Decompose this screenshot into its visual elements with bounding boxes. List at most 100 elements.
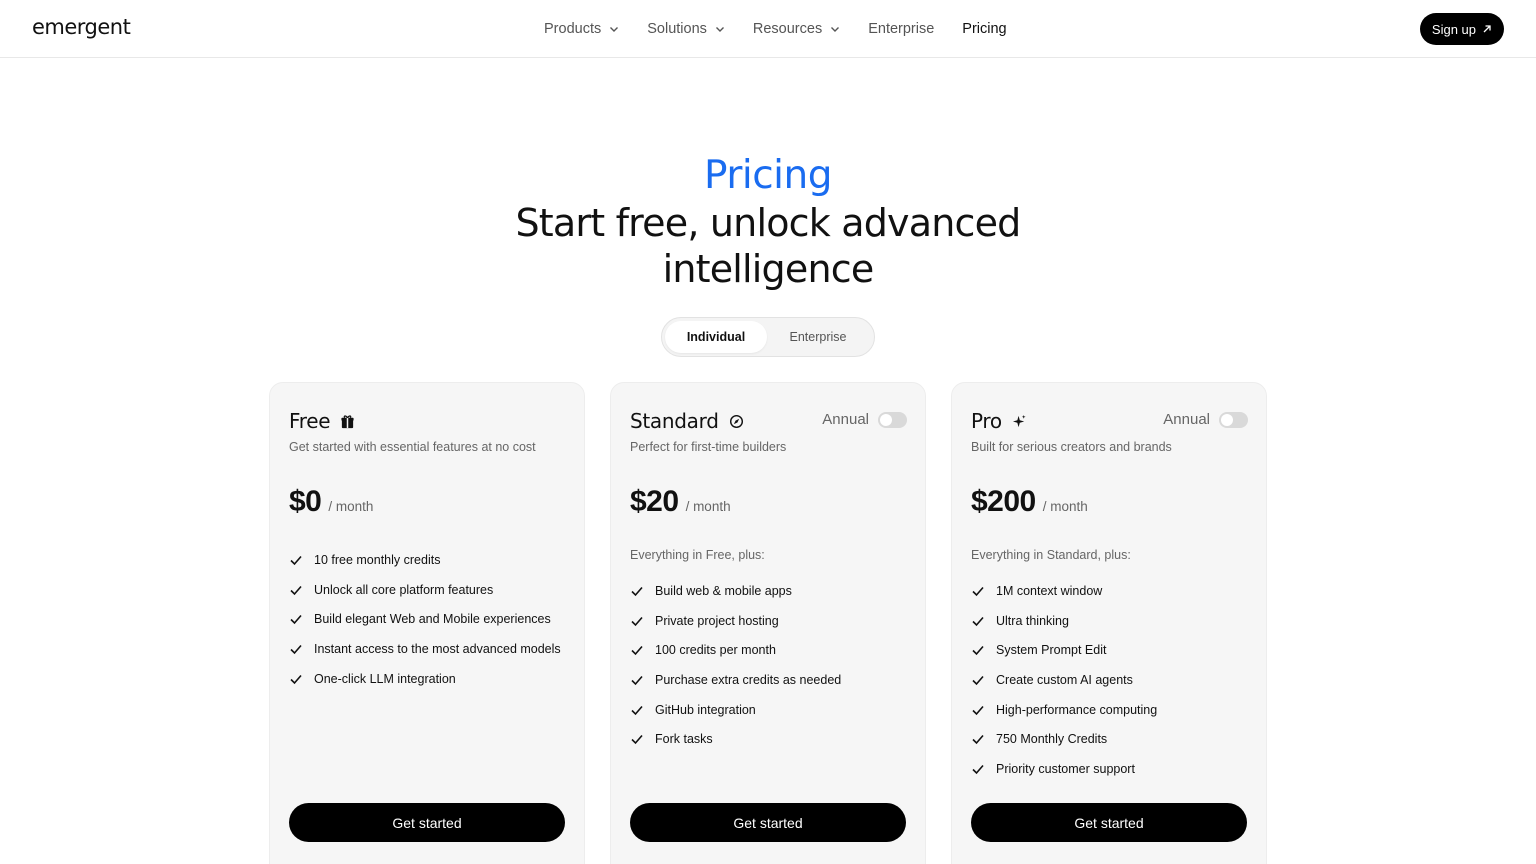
annual-billing: Annual (822, 411, 907, 428)
feature-text: Create custom AI agents (996, 672, 1133, 687)
feature-item: Build elegant Web and Mobile experiences (289, 604, 572, 634)
page-eyebrow: Pricing (704, 153, 832, 198)
feature-item: Build web & mobile apps (630, 576, 913, 606)
plan-name: Pro (971, 409, 1002, 433)
nav-solutions-label: Solutions (647, 21, 707, 37)
feature-item: 100 credits per month (630, 635, 913, 665)
nav-enterprise[interactable]: Enterprise (868, 21, 934, 37)
feature-text: Build web & mobile apps (655, 583, 792, 598)
feature-text: Unlock all core platform features (314, 582, 494, 597)
plan-card-free: Free Get started with essential features… (269, 382, 585, 864)
nav-resources-label: Resources (752, 21, 823, 37)
feature-text: System Prompt Edit (996, 643, 1107, 658)
arrow-up-right-icon (1483, 25, 1491, 33)
feature-text: 10 free monthly credits (314, 552, 441, 567)
feature-list: Everything in Free, plus: Build web & mo… (630, 546, 913, 754)
plan-title: Free (289, 409, 355, 433)
feature-lead: Everything in Free, plus: (630, 548, 765, 562)
check-icon (290, 644, 302, 655)
annual-toggle[interactable] (1219, 411, 1248, 428)
chevron-down-icon (610, 27, 619, 32)
feature-text: Build elegant Web and Mobile experiences (314, 612, 551, 627)
main-nav: Products Solutions Resources Enterprise … (544, 0, 1035, 58)
feature-text: Ultra thinking (996, 613, 1069, 628)
feature-text: High-performance computing (996, 702, 1158, 717)
annual-toggle[interactable] (878, 411, 907, 428)
feature-item: Priority customer support (971, 754, 1254, 784)
feature-list: Everything in Standard, plus: 1M context… (971, 546, 1254, 784)
nav-resources[interactable]: Resources (753, 21, 840, 37)
plan-price: $0 / month (289, 485, 373, 519)
toggle-individual[interactable]: Individual (665, 321, 767, 353)
feature-item: Purchase extra credits as needed (630, 665, 913, 695)
plan-name: Free (289, 409, 331, 433)
annual-label: Annual (822, 411, 869, 428)
get-started-button[interactable]: Get started (630, 803, 906, 842)
plan-price: $20 / month (630, 485, 731, 519)
check-icon (290, 555, 302, 566)
check-icon (972, 616, 984, 626)
check-icon (972, 586, 984, 597)
check-icon (972, 646, 984, 656)
plan-title: Pro (971, 409, 1027, 433)
feature-text: GitHub integration (655, 702, 756, 717)
feature-text: Private project hosting (655, 613, 779, 628)
chevron-down-icon (831, 27, 840, 32)
price-period: / month (1042, 499, 1088, 514)
check-icon (631, 735, 643, 745)
feature-item: High-performance computing (971, 695, 1254, 725)
feature-text: Priority customer support (996, 761, 1135, 776)
top-header: emergent Products Solutions Resources En… (0, 0, 1536, 58)
plan-card-standard: Standard Annual Perfect for first-time b… (610, 382, 926, 864)
feature-lead: Everything in Standard, plus: (971, 548, 1131, 562)
check-icon (631, 705, 643, 715)
plan-description: Get started with essential features at n… (289, 440, 536, 454)
check-icon (290, 585, 302, 595)
sign-up-button[interactable]: Sign up (1419, 13, 1504, 45)
check-icon (631, 646, 643, 656)
feature-text: 750 Monthly Credits (996, 732, 1108, 747)
feature-text: 100 credits per month (655, 643, 776, 658)
check-icon (290, 674, 302, 684)
emergent-logo[interactable]: emergent (32, 15, 131, 39)
feature-item: Private project hosting (630, 606, 913, 636)
feature-text: Purchase extra credits as needed (655, 672, 842, 687)
toggle-enterprise[interactable]: Enterprise (767, 321, 869, 353)
get-started-button[interactable]: Get started (971, 803, 1247, 842)
plan-title: Standard (630, 409, 744, 433)
check-icon (631, 675, 643, 686)
feature-item: 1M context window (971, 576, 1254, 606)
check-icon (972, 764, 984, 775)
feature-item: Unlock all core platform features (289, 575, 572, 605)
check-icon (972, 735, 984, 745)
plan-description: Perfect for first-time builders (630, 440, 787, 454)
check-icon (631, 616, 643, 626)
feature-text: Fork tasks (655, 732, 713, 747)
plan-description: Built for serious creators and brands (971, 440, 1172, 454)
annual-label: Annual (1163, 411, 1210, 428)
plan-price: $200 / month (971, 485, 1088, 519)
nav-solutions[interactable]: Solutions (647, 21, 725, 37)
check-icon (631, 586, 643, 597)
sparkle-icon (1012, 414, 1026, 427)
feature-item: One-click LLM integration (289, 664, 572, 694)
plan-type-toggle: Individual Enterprise (661, 317, 875, 357)
nav-pricing-label: Pricing (962, 21, 1007, 37)
nav-products[interactable]: Products (544, 21, 619, 37)
feature-item: Ultra thinking (971, 606, 1254, 636)
feature-item: Fork tasks (630, 724, 913, 754)
check-icon (972, 675, 984, 686)
annual-billing: Annual (1163, 411, 1248, 428)
page-title: Start free, unlock advanced intelligence (515, 201, 1021, 291)
feature-item: 10 free monthly credits (289, 545, 572, 575)
nav-products-label: Products (544, 21, 602, 37)
check-icon (972, 705, 984, 715)
gift-icon (341, 414, 354, 428)
get-started-button[interactable]: Get started (289, 803, 565, 842)
price-amount: $0 (289, 485, 322, 518)
feature-item: Create custom AI agents (971, 665, 1254, 695)
nav-pricing[interactable]: Pricing (962, 21, 1006, 37)
check-icon (290, 615, 302, 625)
feature-text: 1M context window (996, 583, 1103, 598)
feature-list: 10 free monthly credits Unlock all core … (289, 545, 572, 693)
